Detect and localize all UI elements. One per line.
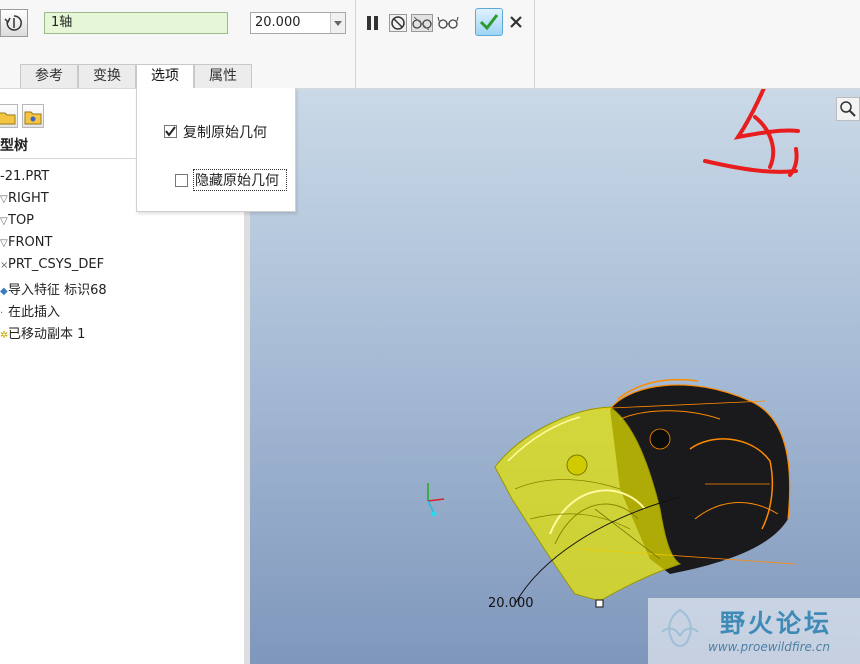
tree-item-label: 导入特征 标识68 — [8, 283, 107, 298]
handwritten-annotation — [703, 89, 800, 177]
preview-glasses-icon[interactable] — [411, 13, 433, 33]
graphics-viewport[interactable]: 4 — [250, 89, 860, 664]
rotate-move-button[interactable] — [0, 9, 28, 37]
toolbar-separator — [534, 0, 535, 88]
tree-item-top[interactable]: ▽TOP — [0, 213, 34, 228]
tree-item-label: TOP — [8, 213, 35, 228]
copy-original-label: 复制原始几何 — [183, 125, 267, 141]
tree-item-label: -21.PRT — [0, 169, 50, 184]
toolbar-separator — [355, 0, 356, 88]
dimension-label[interactable]: 20.000 — [488, 596, 534, 611]
import-feature-icon: ◆ — [0, 286, 8, 297]
no-preview-icon[interactable] — [389, 13, 407, 33]
tree-item-label: RIGHT — [8, 191, 49, 206]
options-panel: 复制原始几何 隐藏原始几何 — [136, 88, 296, 212]
tab-references[interactable]: 参考 — [20, 64, 78, 88]
drag-handle — [595, 599, 604, 608]
tree-item-part[interactable]: -21.PRT — [0, 169, 49, 184]
coordinate-system-icon: × — [0, 260, 9, 271]
zoom-view-button[interactable] — [836, 97, 860, 121]
axis-reference-field[interactable]: 1轴 — [44, 12, 228, 34]
watermark-logo-icon — [661, 608, 699, 647]
value-dropdown-arrow[interactable] — [330, 13, 345, 33]
tab-transform[interactable]: 变换 — [78, 64, 136, 88]
tab-properties[interactable]: 属性 — [194, 64, 252, 88]
ok-button[interactable] — [475, 8, 503, 36]
rotate-icon — [4, 15, 22, 31]
favorites-icon[interactable] — [22, 104, 44, 128]
magnifier-icon — [840, 101, 856, 117]
cancel-icon[interactable] — [509, 15, 527, 35]
rotation-value-text: 20.000 — [255, 15, 301, 30]
rotation-value-field[interactable]: 20.000 — [250, 12, 346, 34]
tree-item-right[interactable]: ▽RIGHT — [0, 191, 49, 206]
tab-options[interactable]: 选项 — [136, 64, 194, 89]
tree-item-label: PRT_CSYS_DEF — [8, 257, 105, 272]
datum-plane-icon: ▽ — [0, 216, 8, 227]
tree-item-import-feature[interactable]: ◆导入特征 标识68 — [0, 279, 107, 298]
tree-item-moved-copy[interactable]: ✲已移动副本 1 — [0, 323, 85, 342]
watermark-title: 野火论坛 — [720, 609, 833, 638]
hide-original-checkbox[interactable] — [175, 174, 188, 187]
checkmark-icon — [479, 14, 499, 31]
datum-plane-icon: ▽ — [0, 238, 8, 249]
insert-arrow-icon: · — [0, 308, 4, 319]
tree-item-label: 在此插入 — [8, 305, 61, 320]
moved-copy-icon: ✲ — [0, 330, 9, 341]
copy-original-checkbox[interactable] — [164, 125, 177, 138]
pause-icon[interactable] — [364, 13, 382, 33]
datum-plane-icon: ▽ — [0, 194, 8, 205]
coordinate-triad-icon — [427, 483, 445, 517]
tree-item-front[interactable]: ▽FRONT — [0, 235, 52, 250]
watermark-url: www.proewildfire.cn — [708, 640, 830, 654]
tree-item-insert-here[interactable]: · 在此插入 — [0, 301, 60, 320]
tree-item-label: FRONT — [8, 235, 53, 250]
tree-item-label: 已移动副本 1 — [8, 327, 86, 342]
verify-glasses-icon[interactable] — [437, 13, 459, 33]
folder-browser-icon[interactable] — [0, 104, 18, 128]
tree-item-csys[interactable]: ×PRT_CSYS_DEF — [0, 257, 104, 272]
dashboard-toolbar: 1轴 20.000 参考 变换 选项 属性 — [0, 0, 860, 89]
model-geometry — [427, 89, 800, 608]
hide-original-label: 隐藏原始几何 — [195, 173, 279, 189]
model-tree-title: 型树 — [0, 138, 28, 154]
